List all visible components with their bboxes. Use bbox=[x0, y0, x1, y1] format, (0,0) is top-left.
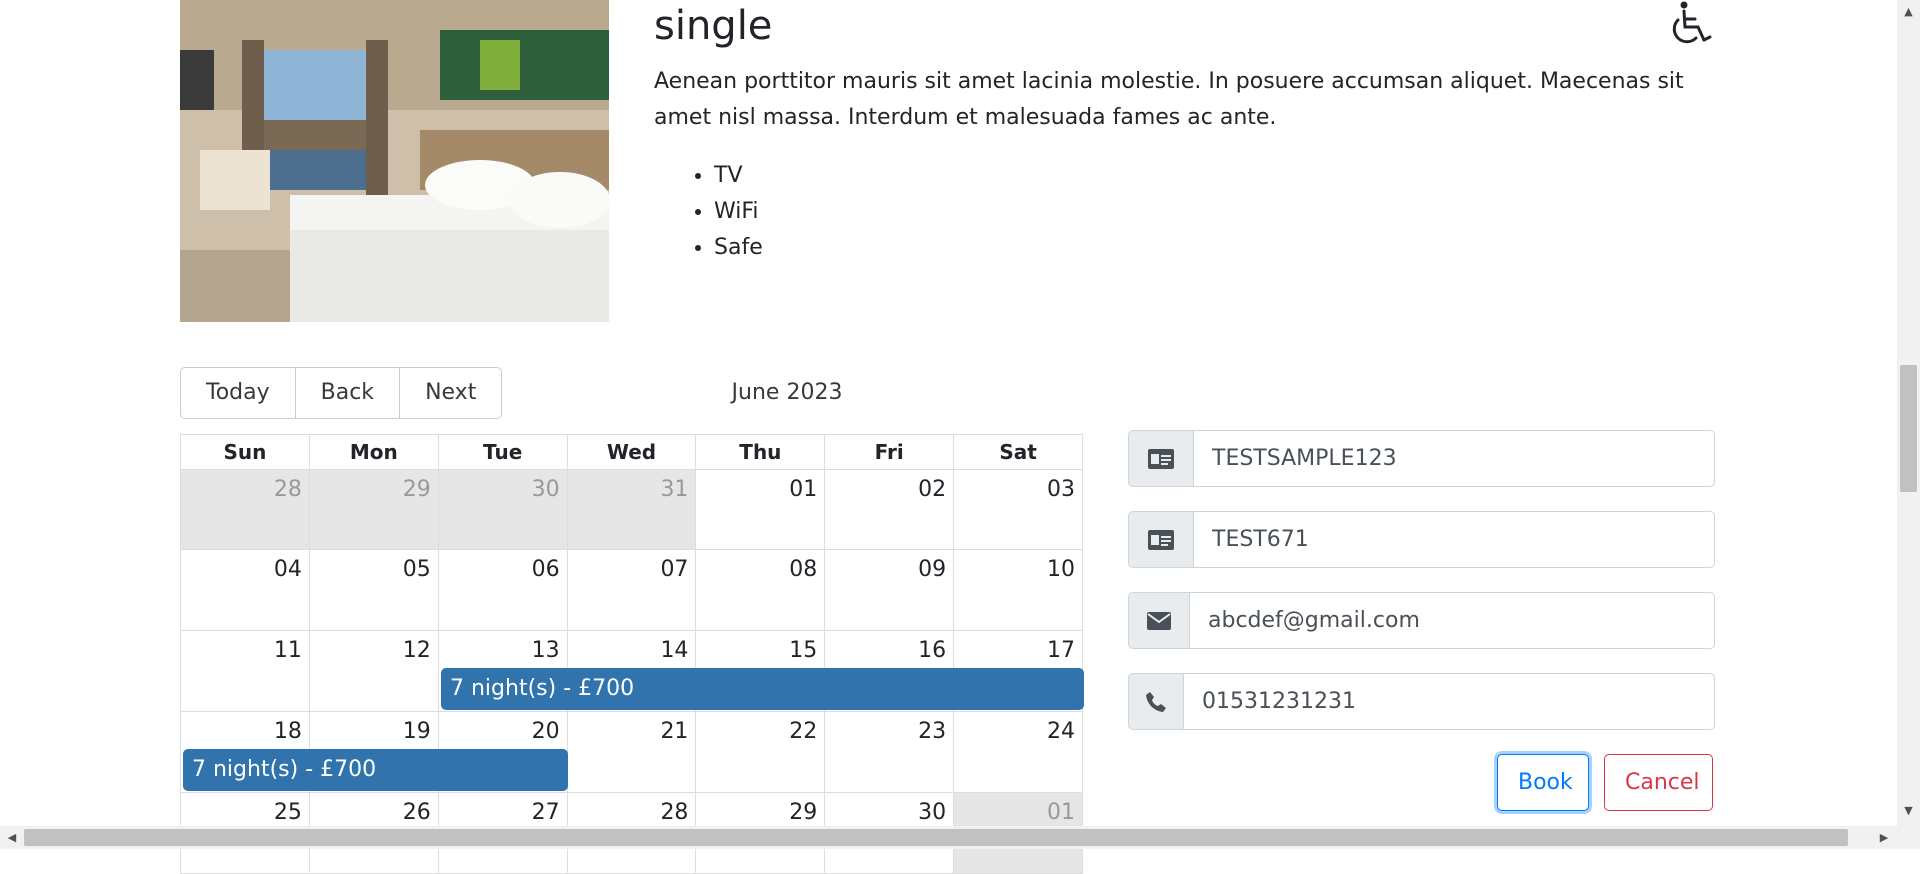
calendar-day-cell[interactable]: 01 bbox=[695, 470, 824, 549]
calendar-day-cell[interactable]: 10 bbox=[953, 550, 1082, 630]
weekday-thu: Thu bbox=[695, 435, 824, 469]
room-description: Aenean porttitor mauris sit amet lacinia… bbox=[654, 69, 1684, 130]
scroll-right-icon[interactable]: ▶ bbox=[1874, 826, 1894, 849]
email-group bbox=[1128, 592, 1715, 649]
id-card-icon bbox=[1128, 511, 1194, 568]
vertical-scroll-thumb[interactable] bbox=[1900, 365, 1917, 492]
lastname-input[interactable] bbox=[1194, 511, 1715, 568]
calendar-day-cell[interactable]: 05 bbox=[308, 550, 438, 630]
calendar-nav: Today Back Next bbox=[180, 367, 503, 419]
next-button[interactable]: Next bbox=[399, 367, 503, 419]
calendar-day-cell[interactable]: 02 bbox=[824, 470, 953, 549]
envelope-icon bbox=[1128, 592, 1190, 649]
calendar-day-cell[interactable]: 23 bbox=[824, 712, 953, 792]
amenity-item: TV bbox=[714, 158, 763, 194]
weekday-tue: Tue bbox=[437, 435, 567, 469]
horizontal-scroll-thumb[interactable] bbox=[24, 829, 1848, 846]
wheelchair-icon bbox=[1664, 0, 1714, 50]
calendar-header: Sun Mon Tue Wed Thu Fri Sat bbox=[180, 434, 1083, 469]
calendar-week: 18 19 20 21 22 23 24 7 night(s) - £700 bbox=[180, 712, 1083, 793]
calendar-day-cell[interactable]: 03 bbox=[953, 470, 1082, 549]
back-button[interactable]: Back bbox=[294, 367, 401, 419]
calendar-day-cell[interactable]: 21 bbox=[566, 712, 696, 792]
today-button[interactable]: Today bbox=[180, 367, 296, 419]
amenity-item: WiFi bbox=[714, 194, 763, 230]
calendar-day-cell[interactable]: 24 bbox=[953, 712, 1082, 792]
room-title: single bbox=[654, 3, 773, 49]
booking-event[interactable]: 7 night(s) - £700 bbox=[183, 749, 568, 791]
horizontal-scrollbar[interactable]: ◀ ▶ bbox=[0, 826, 1920, 849]
calendar-day-cell[interactable]: 07 bbox=[566, 550, 696, 630]
weekday-mon: Mon bbox=[308, 435, 438, 469]
vertical-scrollbar[interactable]: ▲ ▼ bbox=[1897, 0, 1920, 826]
calendar-day-cell[interactable]: 22 bbox=[695, 712, 824, 792]
scroll-up-icon[interactable]: ▲ bbox=[1897, 4, 1920, 20]
phone-icon bbox=[1128, 673, 1184, 730]
calendar-day-cell[interactable]: 06 bbox=[437, 550, 567, 630]
scroll-left-icon[interactable]: ◀ bbox=[2, 826, 22, 849]
calendar-week: 04 05 06 07 08 09 10 bbox=[180, 550, 1083, 631]
room-photo bbox=[180, 0, 609, 322]
cancel-button[interactable]: Cancel bbox=[1604, 754, 1713, 811]
calendar-day-cell[interactable]: 28 bbox=[181, 470, 309, 549]
phone-group bbox=[1128, 673, 1715, 730]
booking-calendar: Sun Mon Tue Wed Thu Fri Sat 28 29 30 31 01 02… bbox=[180, 434, 1084, 874]
weekday-fri: Fri bbox=[824, 435, 953, 469]
weekday-sun: Sun bbox=[223, 440, 267, 464]
firstname-input[interactable] bbox=[1194, 430, 1715, 487]
booking-event[interactable]: 7 night(s) - £700 bbox=[441, 668, 1084, 710]
calendar-day-cell[interactable]: 09 bbox=[824, 550, 953, 630]
weekday-sat: Sat bbox=[953, 435, 1082, 469]
month-label: June 2023 bbox=[731, 380, 843, 405]
scroll-down-icon[interactable]: ▼ bbox=[1897, 803, 1920, 819]
calendar-day-cell[interactable]: 12 bbox=[308, 631, 438, 711]
weekday-wed: Wed bbox=[566, 435, 696, 469]
calendar-day-cell[interactable]: 29 bbox=[308, 470, 438, 549]
booking-form bbox=[1128, 430, 1715, 754]
calendar-day-cell[interactable]: 31 bbox=[566, 470, 696, 549]
calendar-week: 28 29 30 31 01 02 03 bbox=[180, 469, 1083, 550]
email-input[interactable] bbox=[1190, 592, 1715, 649]
lastname-group bbox=[1128, 511, 1715, 568]
phone-input[interactable] bbox=[1184, 673, 1715, 730]
form-actions: Book Cancel bbox=[1497, 754, 1713, 811]
calendar-day-cell[interactable]: 30 bbox=[437, 470, 567, 549]
calendar-day-cell[interactable]: 04 bbox=[181, 550, 309, 630]
id-card-icon bbox=[1128, 430, 1194, 487]
calendar-day-cell[interactable]: 08 bbox=[695, 550, 824, 630]
amenities-list: TV WiFi Safe bbox=[654, 158, 763, 266]
calendar-day-cell[interactable]: 11 bbox=[181, 631, 309, 711]
calendar-month-grid: 28 29 30 31 01 02 03 04 05 06 07 08 09 10 11 12 13 14 15 16… bbox=[180, 469, 1084, 874]
book-button[interactable]: Book bbox=[1497, 754, 1589, 811]
firstname-group bbox=[1128, 430, 1715, 487]
amenity-item: Safe bbox=[714, 230, 763, 266]
calendar-week: 11 12 13 14 15 16 17 7 night(s) - £700 bbox=[180, 631, 1084, 712]
